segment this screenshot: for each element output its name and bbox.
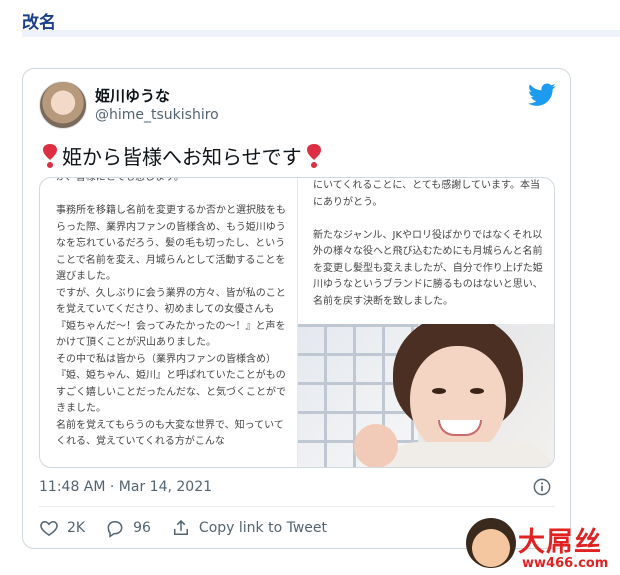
tweet-card: 姫川ゆうな @hime_tsukishiro 姫から皆様へお知らせです か、皆様… [22, 68, 571, 549]
reply-bubble-icon [107, 521, 123, 538]
tweet-text-body: 姫から皆様へお知らせです [62, 145, 302, 169]
watermark-url: ww466.com [522, 556, 609, 571]
avatar[interactable] [39, 81, 87, 129]
watermark-brand: 大屌丝 [518, 527, 602, 558]
heart-outline-icon [40, 520, 58, 536]
media-note-left[interactable]: か、皆様にとても感じます。 事務所を移籍し名前を変更するか否かと選択肢をもらった… [40, 177, 298, 467]
selfie-photo[interactable] [298, 324, 554, 467]
photo-eye [432, 388, 446, 394]
like-button[interactable]: 2K [39, 518, 85, 538]
copy-link-label: Copy link to Tweet [198, 520, 327, 536]
media-note-right[interactable]: にいてくれることに、とても感謝しています。本当にありがとう。 新たなジャンル、J… [298, 178, 554, 467]
copy-link-button[interactable]: Copy link to Tweet [171, 518, 327, 538]
tweet-media[interactable]: か、皆様にとても感じます。 事務所を移籍し名前を変更するか否かと選択肢をもらった… [39, 177, 555, 468]
photo-face [410, 346, 506, 456]
watermark-logo-icon [466, 518, 516, 568]
exclamation-heart-icon [306, 143, 321, 168]
username[interactable]: @hime_tsukishiro [95, 107, 219, 123]
tweet-text: 姫から皆様へお知らせです [41, 141, 323, 170]
info-icon[interactable] [533, 478, 551, 496]
watermark: 大屌丝 ww466.com [466, 516, 616, 574]
like-count: 2K [67, 520, 86, 536]
exclamation-heart-icon [43, 143, 57, 168]
note-right-text: にいてくれることに、とても感謝しています。本当にありがとう。 新たなジャンル、J… [313, 180, 543, 307]
reply-button[interactable]: 96 [105, 518, 151, 538]
tweet-timestamp[interactable]: 11:48 AM · Mar 14, 2021 [39, 479, 212, 495]
share-icon [173, 519, 188, 535]
twitter-bird-icon[interactable] [528, 83, 556, 107]
photo-eye [470, 388, 484, 394]
divider [39, 506, 555, 507]
photo-sweater [378, 442, 554, 467]
reply-count: 96 [133, 520, 151, 536]
section-title-underline [22, 30, 620, 37]
photo-hand [354, 424, 398, 467]
tweet-actions: 2K 96 Copy link to Tweet [39, 518, 347, 538]
display-name[interactable]: 姫川ゆうな [95, 85, 170, 106]
note-left-text: か、皆様にとても感じます。 事務所を移籍し名前を変更するか否かと選択肢をもらった… [56, 177, 286, 447]
